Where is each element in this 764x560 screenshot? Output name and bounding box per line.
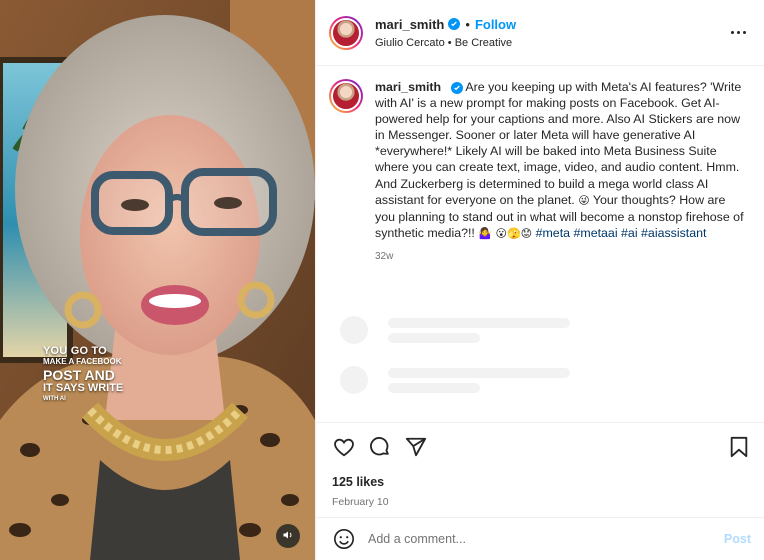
- audio-attribution[interactable]: Giulio Cercato • Be Creative: [375, 37, 726, 49]
- smiley-icon[interactable]: [332, 527, 356, 551]
- author-avatar[interactable]: [329, 15, 363, 50]
- audio-artist: Giulio Cercato: [375, 36, 445, 49]
- author-username[interactable]: mari_smith: [375, 17, 444, 32]
- post-comment-button[interactable]: Post: [724, 532, 751, 546]
- post-caption: mari_smith Are you keeping up with Meta'…: [375, 79, 745, 242]
- caption-username[interactable]: mari_smith: [375, 80, 441, 94]
- hashtag-link[interactable]: #ai: [621, 226, 638, 240]
- overlay-line: IT SAYS WRITE: [43, 382, 124, 394]
- comment-input[interactable]: [368, 532, 724, 546]
- separator-dot: •: [447, 36, 452, 49]
- audio-track: Be Creative: [454, 36, 513, 49]
- hashtag-link[interactable]: #metaai: [573, 226, 617, 240]
- hashtag-link[interactable]: #aiassistant: [641, 226, 706, 240]
- paper-plane-icon[interactable]: [404, 435, 428, 459]
- video-caption-overlay: YOU GO TO MAKE A FACEBOOK POST AND IT SA…: [43, 345, 124, 403]
- emoji-wink: 😜: [578, 193, 590, 207]
- comment-bubble-icon[interactable]: [368, 435, 392, 459]
- hashtag-link[interactable]: #meta: [536, 226, 570, 240]
- overlay-line: POST AND: [43, 367, 115, 383]
- post-media-video[interactable]: YOU GO TO MAKE A FACEBOOK POST AND IT SA…: [0, 0, 315, 560]
- emoji-group: 🤷‍♀️ 😮🫣😟: [478, 226, 533, 240]
- separator-dot: •: [465, 16, 470, 32]
- overlay-line: WITH AI: [43, 396, 66, 402]
- caption-author-avatar[interactable]: [329, 79, 363, 113]
- overlay-line: MAKE A FACEBOOK: [43, 357, 122, 366]
- verified-badge-icon: [448, 18, 461, 30]
- verified-badge-icon: [450, 82, 463, 94]
- caption-text: Are you keeping up with Meta's AI featur…: [375, 80, 742, 207]
- post-header: mari_smith • Follow Giulio Cercato • Be …: [316, 0, 764, 66]
- post-details-panel: mari_smith • Follow Giulio Cercato • Be …: [315, 0, 764, 560]
- likes-count[interactable]: 125 likes: [332, 475, 751, 489]
- post-date[interactable]: February 10: [332, 496, 751, 508]
- bookmark-icon[interactable]: [727, 435, 751, 459]
- comment-composer: Post: [316, 517, 764, 560]
- post-actions: 125 likes February 10: [316, 422, 764, 517]
- video-frame: [0, 0, 315, 560]
- heart-icon[interactable]: [332, 435, 356, 459]
- speaker-icon: [282, 529, 294, 544]
- overlay-line: YOU GO TO: [43, 345, 107, 357]
- mute-toggle-button[interactable]: [276, 524, 300, 548]
- more-options-icon[interactable]: [726, 21, 750, 45]
- follow-button[interactable]: Follow: [475, 17, 516, 32]
- post-time-ago[interactable]: 32w: [375, 251, 745, 262]
